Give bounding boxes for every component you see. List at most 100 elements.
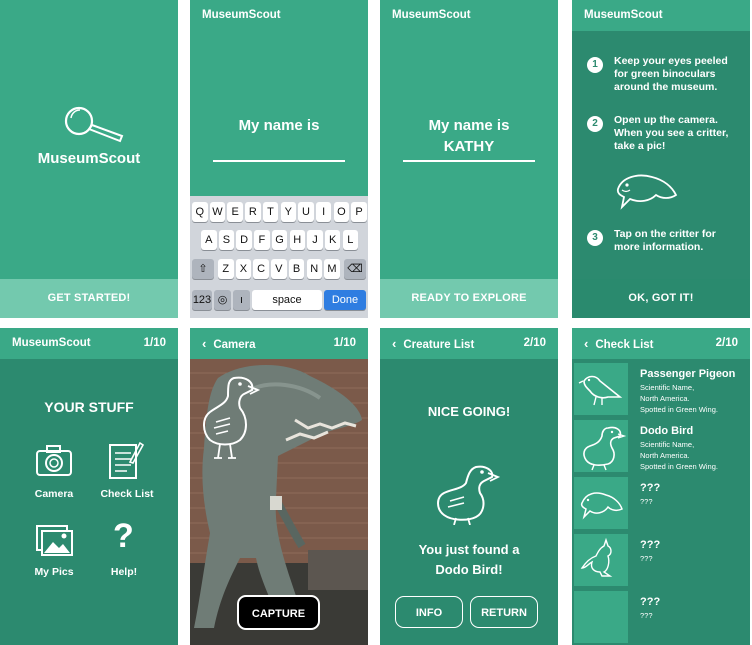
item-name: Passenger Pigeon [640, 368, 736, 380]
tile-label-check-list[interactable]: Check List [90, 488, 164, 500]
app-header: ‹ Check List 2/10 [572, 328, 750, 359]
progress-count: 1/10 [333, 337, 356, 349]
app-header: MuseumScout [190, 0, 368, 31]
app-header: ‹ Creature List 2/10 [380, 328, 558, 359]
key-d[interactable]: D [236, 230, 252, 250]
name-input-line[interactable] [403, 160, 535, 162]
key-e[interactable]: E [227, 202, 243, 222]
globe-icon[interactable]: ◎ [214, 290, 231, 310]
manatee-icon [580, 492, 623, 520]
info-button[interactable]: INFO [395, 596, 463, 628]
photos-icon[interactable] [35, 524, 75, 558]
ok-got-it-button[interactable]: OK, GOT IT! [572, 279, 750, 318]
list-item[interactable]: Passenger Pigeon Scientific Name, North … [572, 361, 750, 418]
key-h[interactable]: H [289, 230, 305, 250]
mic-icon[interactable]: ı [233, 290, 250, 310]
key-c[interactable]: C [253, 259, 269, 279]
header-title: Camera [213, 339, 256, 351]
camera-icon[interactable] [35, 443, 73, 477]
key-b[interactable]: B [288, 259, 305, 279]
key-k[interactable]: K [324, 230, 341, 250]
tile-label-camera[interactable]: Camera [17, 488, 91, 500]
key-a[interactable]: A [201, 230, 217, 250]
dodo-icon [583, 426, 627, 471]
instructions-screen: MuseumScout 1 Keep your eyes peeled for … [572, 0, 750, 318]
get-started-button[interactable]: GET STARTED! [0, 279, 178, 318]
delete-icon[interactable]: ⌫ [344, 259, 366, 279]
back-button[interactable]: ‹ Check List [584, 328, 654, 361]
header-title: MuseumScout [584, 9, 663, 21]
key-v[interactable]: V [271, 259, 287, 279]
step-text: Keep your eyes peeled for green binocula… [614, 55, 728, 93]
space-key[interactable]: space [252, 290, 322, 310]
header-title: MuseumScout [202, 9, 281, 21]
help-icon[interactable]: ? [113, 516, 134, 556]
keyboard: Q W E R T Y U I O P A S D F G H J K L ⇧ Z X C V B N M ⌫ 123 ◎ ı space Do… [190, 196, 368, 318]
back-button[interactable]: ‹ Creature List [392, 328, 474, 361]
key-s[interactable]: S [218, 230, 235, 250]
key-j[interactable]: J [307, 230, 323, 250]
kangaroo-icon [580, 537, 613, 577]
header-title: Creature List [403, 339, 475, 351]
key-n[interactable]: N [306, 259, 322, 279]
step-number: 3 [587, 230, 603, 246]
return-button[interactable]: RETURN [470, 596, 538, 628]
camera-screen: ‹ Camera 1/10 CAPTURE [190, 328, 368, 645]
header-title: MuseumScout [392, 9, 471, 21]
key-g[interactable]: G [271, 230, 288, 250]
dodo-icon[interactable] [196, 372, 260, 462]
list-item[interactable]: ??? ??? [572, 589, 750, 645]
splash-screen: MuseumScout GET STARTED! [0, 0, 178, 318]
shift-icon[interactable]: ⇧ [192, 259, 214, 279]
manatee-icon [616, 174, 678, 210]
check-list-screen: ‹ Check List 2/10 Passenger Pigeon Scient… [572, 328, 750, 645]
key-r[interactable]: R [245, 202, 261, 222]
key-p[interactable]: P [351, 202, 367, 222]
back-button[interactable]: ‹ Camera [202, 328, 256, 361]
name-input-line[interactable] [213, 160, 345, 162]
dodo-icon [437, 465, 500, 525]
success-message: You just found a Dodo Bird! [418, 542, 520, 577]
progress-count: 2/10 [523, 337, 546, 349]
key-z[interactable]: Z [218, 259, 234, 279]
key-q[interactable]: Q [192, 202, 208, 222]
header-title: Check List [595, 339, 654, 351]
capture-button[interactable]: CAPTURE [237, 595, 320, 630]
chevron-left-icon: ‹ [584, 336, 589, 351]
app-header: MuseumScout 1/10 [0, 328, 178, 359]
key-w[interactable]: W [209, 202, 226, 222]
checklist: Passenger Pigeon Scientific Name, North … [572, 361, 750, 645]
item-desc: ??? [640, 554, 653, 563]
key-u[interactable]: U [298, 202, 314, 222]
item-desc: Scientific Name, North America. Spotted … [640, 383, 718, 414]
list-item[interactable]: Dodo Bird Scientific Name, North America… [572, 418, 750, 475]
tile-label-help[interactable]: Help! [87, 566, 161, 578]
key-o[interactable]: O [333, 202, 350, 222]
progress-count: 2/10 [715, 337, 738, 349]
done-key[interactable]: Done [324, 290, 366, 310]
name-value: KATHY [443, 138, 495, 155]
creature-found-screen: ‹ Creature List 2/10 NICE GOING! You just… [380, 328, 558, 645]
item-name: ??? [640, 539, 661, 551]
step-text: Open up the camera. When you see a critt… [614, 114, 729, 152]
list-item[interactable]: ??? ??? [572, 475, 750, 532]
key-x[interactable]: X [235, 259, 252, 279]
list-thumb [574, 534, 628, 586]
item-desc: ??? [640, 611, 653, 620]
list-item[interactable]: ??? ??? [572, 532, 750, 589]
checklist-icon[interactable] [107, 441, 145, 481]
key-y[interactable]: Y [280, 202, 296, 222]
key-i[interactable]: I [315, 202, 332, 222]
app-title: MuseumScout [37, 150, 141, 167]
key-l[interactable]: L [342, 230, 359, 250]
key-f[interactable]: F [254, 230, 270, 250]
ready-to-explore-button[interactable]: READY TO EXPLORE [380, 279, 558, 318]
tile-label-my-pics[interactable]: My Pics [17, 566, 91, 578]
key-t[interactable]: T [262, 202, 279, 222]
item-name: ??? [640, 596, 661, 608]
key-m[interactable]: M [324, 259, 340, 279]
magnifier-icon [64, 106, 124, 143]
numbers-key[interactable]: 123 [192, 290, 212, 310]
chevron-left-icon: ‹ [202, 336, 207, 351]
success-heading: NICE GOING! [427, 404, 511, 419]
